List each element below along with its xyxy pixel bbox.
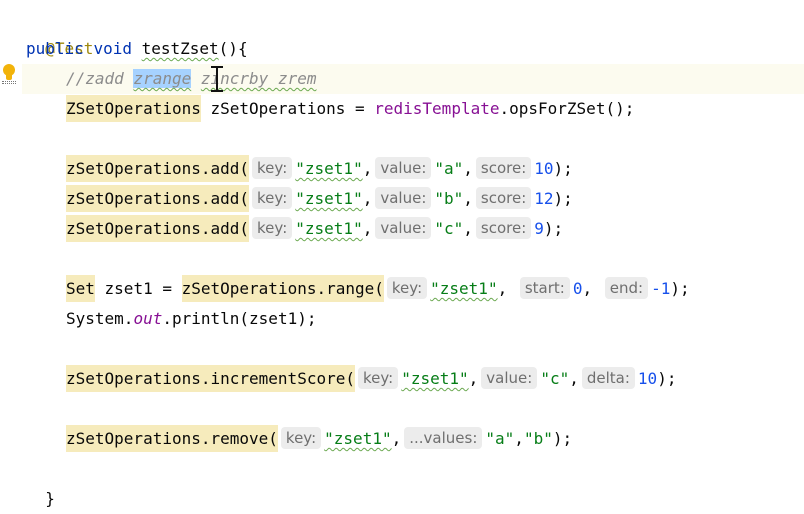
code-line-add-1[interactable]: zSetOperations.add(key: "zset1", value: "a"… xyxy=(26,154,573,184)
comment-prefix: //zadd xyxy=(66,69,134,88)
text-cursor-icon xyxy=(210,66,224,92)
lightbulb-icon[interactable] xyxy=(2,64,16,84)
method-name: testZset xyxy=(141,39,219,58)
param-hint-value: value: xyxy=(375,187,432,209)
code-line-range[interactable]: Set zset1 = zSetOperations.range(key: "zs… xyxy=(26,274,690,304)
code-line-method-signature[interactable]: public void testZset(){ xyxy=(26,34,248,64)
param-hint-delta: delta: xyxy=(581,367,635,389)
keyword-public: public xyxy=(26,39,84,58)
closing-brace: } xyxy=(45,489,55,508)
code-line-add-3[interactable]: zSetOperations.add(key: "zset1", value: "c"… xyxy=(26,214,563,244)
method-params: (){ xyxy=(218,39,248,58)
code-line-println[interactable]: System.out.println(zset1); xyxy=(26,304,316,334)
code-line-remove[interactable]: zSetOperations.remove(key: "zset1", ...val… xyxy=(26,424,572,454)
param-hint-start: start: xyxy=(519,277,570,299)
selected-text[interactable]: zrange xyxy=(133,69,192,88)
param-hint-value: value: xyxy=(481,367,538,389)
redis-template-field: redisTemplate xyxy=(374,99,500,118)
code-line-add-2[interactable]: zSetOperations.add(key: "zset1", value: "b"… xyxy=(26,184,573,214)
param-hint-score: score: xyxy=(475,157,532,179)
param-hint-values: ...values: xyxy=(404,427,483,449)
keyword-void: void xyxy=(93,39,132,58)
param-hint-key: key: xyxy=(280,427,322,449)
param-hint-end: end: xyxy=(604,277,649,299)
code-line-increment-score[interactable]: zSetOperations.incrementScore(key: "zset1… xyxy=(26,364,676,394)
param-hint-key: key: xyxy=(386,277,428,299)
param-hint-value: value: xyxy=(375,157,432,179)
param-hint-value: value: xyxy=(375,217,432,239)
param-hint-score: score: xyxy=(475,217,532,239)
out-field: out xyxy=(133,309,163,328)
param-hint-score: score: xyxy=(475,187,532,209)
code-line-annotation[interactable]: @Test xyxy=(26,4,93,58)
type-zsetoperations: ZSetOperations xyxy=(66,95,201,122)
param-hint-key: key: xyxy=(357,367,399,389)
code-line-ops-declaration[interactable]: ZSetOperations zSetOperations = redisTem… xyxy=(26,94,634,124)
param-hint-key: key: xyxy=(252,157,293,179)
param-hint-key: key: xyxy=(252,187,293,209)
type-set: Set xyxy=(66,275,95,302)
code-line-closing-brace[interactable]: } xyxy=(26,454,55,508)
code-line-comment[interactable]: //zadd zrange zincrby zrem xyxy=(26,64,316,94)
param-hint-key: key: xyxy=(252,217,293,239)
